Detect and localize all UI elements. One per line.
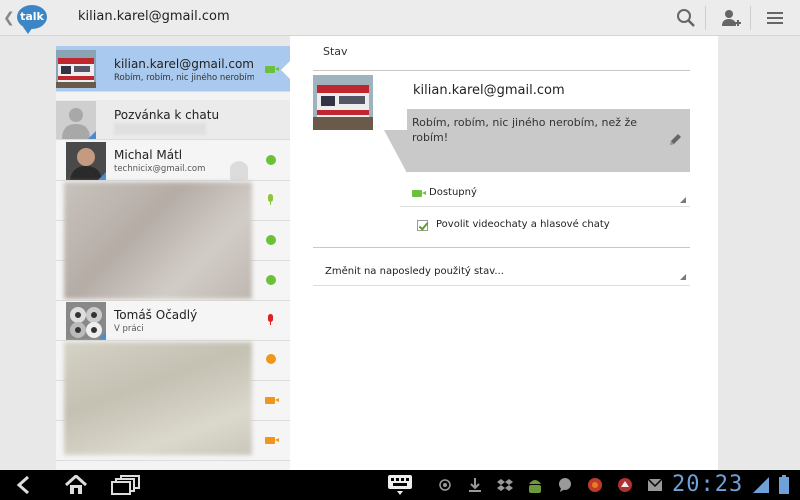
divider: [313, 247, 690, 248]
self-name: kilian.karel@gmail.com: [114, 57, 254, 71]
up-chevron-icon[interactable]: ❮: [3, 10, 15, 26]
blurred-text: [114, 123, 206, 135]
app-icon: [588, 478, 602, 492]
video-chat-label: Povolit videochaty a hlasové chaty: [436, 219, 610, 230]
chat-invite-row[interactable]: Pozvánka k chatu: [56, 100, 290, 140]
status-message: Robím, robím, nic jiného nerobím, než že…: [412, 116, 638, 144]
blurred-region: [64, 342, 252, 455]
android-icon: [230, 161, 248, 180]
download-icon: [469, 478, 481, 492]
edit-pencil-icon[interactable]: [668, 133, 682, 147]
action-bar: ❮ talk kilian.karel@gmail.com: [0, 0, 800, 36]
video-status-icon: [412, 190, 426, 197]
contact-row[interactable]: Tomáš Očadlý V práci: [56, 301, 290, 341]
avatar: [66, 142, 106, 180]
dropbox-icon: [497, 479, 513, 491]
clock[interactable]: 20:23: [672, 472, 743, 497]
availability-label: Dostupný: [429, 187, 477, 198]
contact-name: Michal Mátl: [114, 148, 183, 162]
account-title: kilian.karel@gmail.com: [78, 9, 230, 24]
self-status: Robím, robím, nic jiného nerobím,: [114, 73, 254, 83]
talk-logo[interactable]: talk: [17, 5, 47, 34]
profile-email: kilian.karel@gmail.com: [413, 83, 565, 98]
contact-row[interactable]: Michal Mátl technicix@gmail.com: [56, 141, 290, 181]
recent-status-dropdown[interactable]: Změnit na naposledy použitý stav...: [313, 258, 690, 286]
avatar: [66, 302, 106, 340]
bubble-tail: [384, 130, 407, 173]
recent-apps-icon[interactable]: [111, 475, 141, 495]
online-status-icon: [266, 235, 276, 245]
android-icon: [529, 480, 541, 493]
divider: [750, 6, 751, 30]
video-status-icon: [265, 66, 279, 73]
dropdown-corner-icon: [680, 274, 686, 280]
search-icon[interactable]: [675, 7, 697, 29]
video-away-icon: [265, 397, 279, 404]
back-icon[interactable]: [14, 475, 34, 495]
contact-list[interactable]: kilian.karel@gmail.com Robím, robím, nic…: [56, 46, 290, 470]
online-status-icon: [266, 155, 276, 165]
mic-status-icon: [268, 194, 273, 205]
app-icon: [618, 478, 632, 492]
availability-dropdown[interactable]: Dostupný: [400, 183, 690, 207]
system-bar: 20:23: [0, 470, 800, 500]
battery-icon: [779, 475, 789, 494]
menu-icon[interactable]: [766, 7, 788, 29]
selection-pointer: [281, 60, 291, 80]
default-avatar-icon: [56, 101, 96, 139]
status-panel: Stav kilian.karel@gmail.com Robím, robím…: [290, 36, 718, 470]
gps-icon: [439, 479, 451, 491]
blurred-region: [64, 182, 252, 299]
online-status-icon: [266, 275, 276, 285]
contact-name: Tomáš Očadlý: [114, 308, 198, 322]
profile-picture[interactable]: [313, 75, 373, 130]
away-status-icon: [266, 354, 276, 364]
recent-status-label: Změnit na naposledy použitý stav...: [325, 266, 504, 277]
divider: [313, 70, 690, 71]
video-away-icon: [265, 437, 279, 444]
dropdown-corner-icon: [680, 197, 686, 203]
wifi-icon: [753, 477, 769, 493]
talk-notification-icon: [559, 478, 571, 492]
mic-busy-icon: [268, 314, 273, 325]
status-message-box[interactable]: Robím, robím, nic jiného nerobím, než že…: [407, 109, 690, 172]
home-icon[interactable]: [64, 475, 88, 495]
video-chat-checkbox[interactable]: [417, 220, 428, 231]
invite-label: Pozvánka k chatu: [114, 108, 220, 122]
contact-status: V práci: [114, 324, 144, 334]
avatar: [56, 50, 96, 88]
divider: [705, 6, 706, 30]
panel-title: Stav: [323, 45, 348, 58]
gmail-icon: [647, 478, 663, 491]
self-row[interactable]: kilian.karel@gmail.com Robím, robím, nic…: [56, 46, 290, 92]
keyboard-icon[interactable]: [386, 473, 414, 497]
add-contact-icon[interactable]: [719, 7, 741, 29]
